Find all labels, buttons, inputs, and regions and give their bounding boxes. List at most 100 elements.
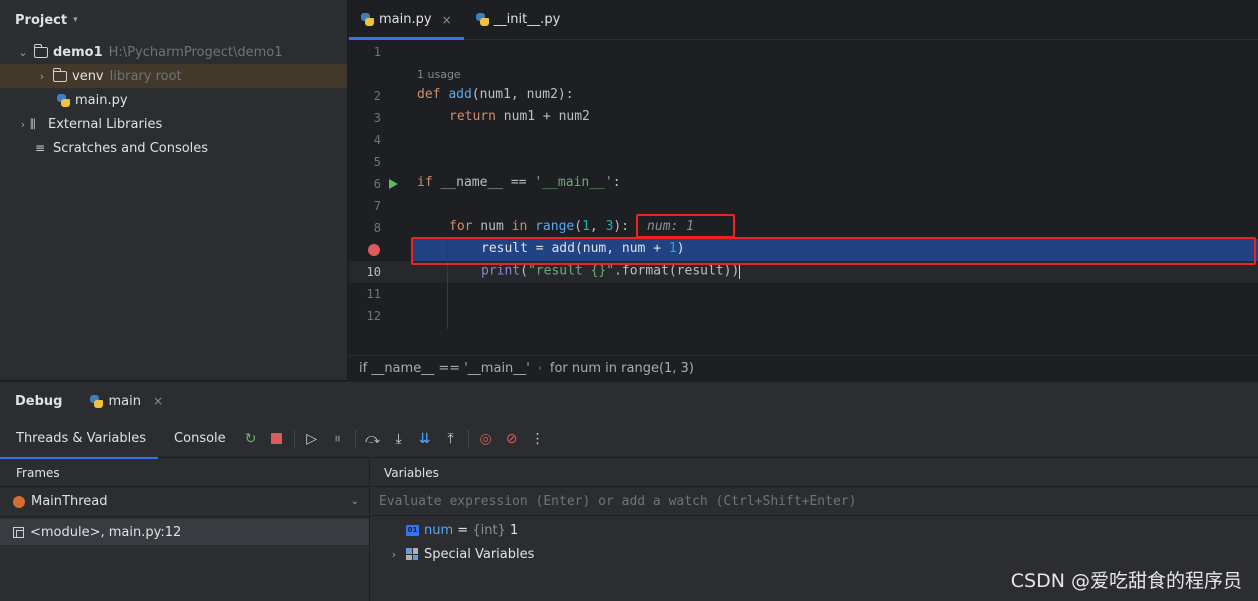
project-header[interactable]: Project ▾ [0,0,347,40]
code-line-2: def add(num1, num2): [417,87,574,102]
frame-icon [13,526,24,538]
python-file-icon [57,93,70,107]
chevron-right-icon[interactable]: › [387,548,401,561]
line-number: 7 [373,199,381,213]
toolbar-separator [467,429,469,448]
tree-item-label: main.py [75,92,128,108]
python-run-icon [90,394,104,408]
chevron-down-icon[interactable]: ⌄ [351,496,359,507]
special-variables-icon [406,548,418,560]
close-icon[interactable]: × [153,394,163,408]
tab-label: main.py [379,12,432,27]
evaluate-expression-input[interactable]: Evaluate expression (Enter) or add a wat… [371,487,1258,516]
pause-icon[interactable]: ⏸ [325,427,351,451]
debug-header: Debug main × [0,382,1258,420]
tab-threads-variables[interactable]: Threads & Variables [0,420,159,459]
line-number: 4 [373,133,381,147]
more-options-icon[interactable]: ⋮ [525,427,551,451]
library-icon: ⫼ [30,116,36,131]
step-into-my-code-icon[interactable]: ⇊ [412,427,438,451]
variable-value: 1 [505,522,519,538]
tree-item-label: demo1 [53,44,103,60]
mute-breakpoints-icon[interactable]: ⊘ [499,427,525,451]
code-line-10: print("result {}".format(result)) [481,263,741,279]
thread-status-icon [13,495,25,508]
close-icon[interactable]: × [442,13,452,27]
gutter[interactable]: 1 2 3 4 5 6 7 8 10 11 12 [349,41,411,354]
line-number: 12 [366,309,381,323]
line-number: 6 [373,177,381,191]
frames-title: Frames [0,459,369,487]
project-title[interactable]: Project [15,13,67,28]
variable-type: {int} [472,522,506,538]
run-gutter-icon[interactable] [389,179,398,189]
stop-icon[interactable] [264,427,290,451]
int-type-icon: 01 [406,524,419,536]
tree-item-main-py[interactable]: main.py [0,88,347,112]
resume-icon[interactable]: ▷ [299,427,325,451]
variable-equals: = [453,522,473,538]
step-into-icon[interactable]: ⤓ [386,427,412,451]
code-editor[interactable]: 1 2 3 4 5 6 7 8 10 11 12 1 usage def add… [349,41,1258,354]
tree-item-label: External Libraries [48,116,163,132]
line-number: 5 [373,155,381,169]
debug-session-tab[interactable]: main × [90,394,163,409]
tab-label: Console [174,431,226,446]
debug-title: Debug [15,393,63,409]
tree-item-external-libraries[interactable]: › ⫼ External Libraries [0,112,347,136]
tab-console[interactable]: Console [158,420,238,458]
folder-icon [52,67,67,82]
line-number: 3 [373,111,381,125]
thread-name: MainThread [31,494,108,509]
tree-item-path: H:\PycharmProgect\demo1 [108,44,283,60]
annotation-box-current-line [411,237,1256,265]
line-number: 8 [373,221,381,235]
step-out-icon[interactable]: ⤒ [438,427,464,451]
editor-area: main.py × __init__.py 1 2 3 4 5 6 7 8 10… [349,0,1258,380]
breadcrumb: if __name__ == '__main__' › for num in r… [349,355,1258,380]
session-label: main [108,393,141,409]
variable-name: num [424,522,454,538]
tree-item-label: Scratches and Consoles [53,140,209,156]
breadcrumb-item[interactable]: for num in range(1, 3) [550,361,694,376]
tab-init-py[interactable]: __init__.py [464,0,573,39]
tree-item-venv[interactable]: › venv library root [0,64,347,88]
variables-title: Variables [371,459,1258,487]
rerun-icon[interactable]: ↻ [238,427,264,451]
breadcrumb-item[interactable]: if __name__ == '__main__' [359,361,530,376]
tab-main-py[interactable]: main.py × [349,0,464,40]
frame-label: <module>, main.py:12 [30,524,182,540]
breadcrumb-separator: › [537,362,542,374]
chevron-right-icon[interactable]: › [16,118,30,131]
thread-selector[interactable]: MainThread ⌄ [0,487,369,517]
step-over-icon[interactable]: ⤼ [360,427,386,451]
chevron-down-icon[interactable]: ⌄ [16,46,30,59]
variable-name: Special Variables [424,546,535,562]
line-number: 1 [373,45,381,59]
editor-tabs: main.py × __init__.py [349,0,1258,40]
tree-item-label: venv [72,68,104,84]
annotation-box-inline-value [636,214,735,238]
variable-row-num[interactable]: 01 num = {int} 1 [371,518,1258,542]
frame-item[interactable]: <module>, main.py:12 [0,519,369,545]
frames-panel: Frames MainThread ⌄ <module>, main.py:12 [0,459,370,601]
line-number: 2 [373,89,381,103]
python-file-icon [361,13,374,26]
tab-label: __init__.py [493,12,561,27]
breakpoint-icon[interactable] [368,244,380,256]
code-line-3: return num1 + num2 [449,109,590,124]
line-number: 11 [366,287,381,301]
debug-toolbar: Threads & Variables Console ↻ ▷ ⏸ ⤼ ⤓ ⇊ … [0,420,1258,459]
chevron-down-icon[interactable]: ▾ [73,15,78,25]
tab-label: Threads & Variables [16,431,147,446]
view-breakpoints-icon[interactable]: ◎ [473,427,499,451]
chevron-right-icon[interactable]: › [35,70,49,83]
tree-item-scratches[interactable]: ≡ Scratches and Consoles [0,136,347,160]
python-file-icon [475,13,489,26]
tree-item-demo1[interactable]: ⌄ demo1 H:\PycharmProgect\demo1 [0,40,347,64]
usage-hint[interactable]: 1 usage [417,68,461,81]
folder-icon [33,43,48,58]
variable-row-special[interactable]: › Special Variables [371,542,1258,566]
text-caret [739,263,741,279]
watermark: CSDN @爱吃甜食的程序员 [1010,570,1242,592]
